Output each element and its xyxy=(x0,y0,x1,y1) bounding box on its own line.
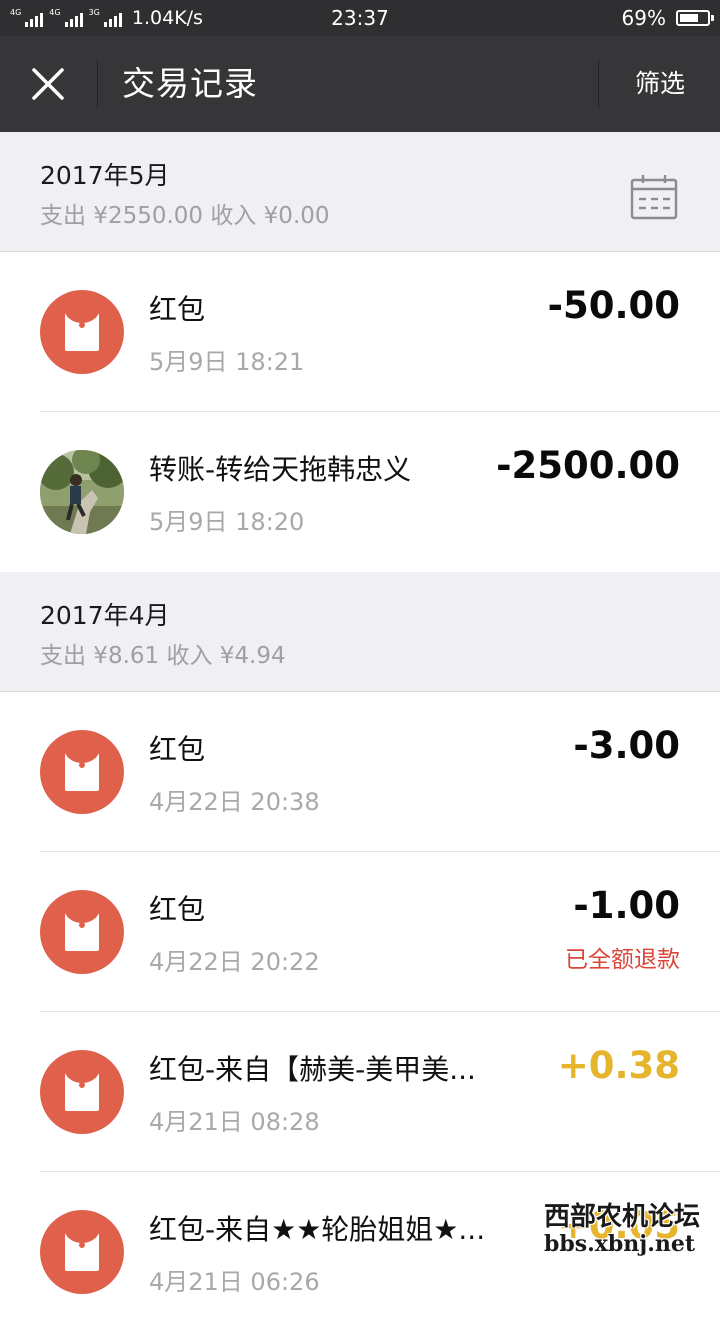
transaction-title: 红包-来自★★轮胎姐姐★... xyxy=(149,1213,486,1246)
status-time: 23:37 xyxy=(331,6,389,30)
transaction-title: 红包 xyxy=(149,733,206,766)
transaction-title: 红包-来自【赫美-美甲美... xyxy=(149,1053,476,1086)
avatar-photo-image xyxy=(40,450,124,534)
close-button[interactable] xyxy=(14,50,82,118)
status-right: 69% xyxy=(621,0,714,36)
contact-avatar xyxy=(40,450,124,534)
title-bar: 交易记录 筛选 xyxy=(0,36,720,132)
battery-percent: 69% xyxy=(621,6,666,30)
page-title: 交易记录 xyxy=(122,64,258,103)
divider xyxy=(97,60,98,108)
battery-icon xyxy=(676,10,714,26)
close-icon xyxy=(32,68,64,100)
divider xyxy=(598,60,599,108)
transaction-amount: -1.00 xyxy=(573,884,680,927)
watermark-url: bbs.xbnj.net xyxy=(544,1231,696,1257)
watermark-title: 西部农机论坛 xyxy=(544,1202,701,1232)
red-envelope-icon xyxy=(40,890,124,974)
transaction-title: 转账-转给天拖韩忠义 xyxy=(149,453,412,486)
filter-button[interactable]: 筛选 xyxy=(600,36,720,132)
transaction-row[interactable]: 红包 4月22日 20:22 -1.00 已全额退款 xyxy=(0,852,720,1012)
transaction-title: 红包 xyxy=(149,293,206,326)
red-envelope-icon xyxy=(40,1210,124,1294)
refund-status: 已全额退款 xyxy=(565,947,680,973)
month-title: 2017年4月 xyxy=(40,601,170,630)
month-header: 2017年4月 支出 ¥8.61 收入 ¥4.94 xyxy=(0,572,720,692)
transaction-amount: -3.00 xyxy=(573,724,680,767)
transaction-time: 5月9日 18:21 xyxy=(149,348,305,376)
watermark: 西部农机论坛 bbs.xbnj.net xyxy=(544,1196,714,1257)
transaction-row[interactable]: 转账-转给天拖韩忠义 5月9日 18:20 -2500.00 xyxy=(0,412,720,572)
transaction-time: 4月22日 20:22 xyxy=(149,948,320,976)
transaction-amount: -2500.00 xyxy=(496,444,680,487)
transaction-list: 2017年5月 支出 ¥2550.00 收入 ¥0.00 红包 5月9日 18:… xyxy=(0,132,720,1332)
red-envelope-icon xyxy=(40,290,124,374)
month-title: 2017年5月 xyxy=(40,161,170,190)
red-envelope-icon xyxy=(40,1050,124,1134)
calendar-button[interactable] xyxy=(630,174,682,222)
red-envelope-icon xyxy=(40,730,124,814)
transaction-time: 4月21日 08:28 xyxy=(149,1108,320,1136)
calendar-icon xyxy=(630,175,678,220)
transaction-time: 5月9日 18:20 xyxy=(149,508,305,536)
month-summary: 支出 ¥2550.00 收入 ¥0.00 xyxy=(40,203,330,229)
transaction-time: 4月22日 20:38 xyxy=(149,788,320,816)
transaction-amount: +0.38 xyxy=(557,1044,680,1087)
transaction-title: 红包 xyxy=(149,893,206,926)
status-bar: 4G 4G 3G 1.04K/s 23:37 69% xyxy=(0,0,720,36)
month-summary: 支出 ¥8.61 收入 ¥4.94 xyxy=(40,643,286,669)
month-header: 2017年5月 支出 ¥2550.00 收入 ¥0.00 xyxy=(0,132,720,252)
transaction-amount: -50.00 xyxy=(547,284,680,327)
transaction-row[interactable]: 红包 4月22日 20:38 -3.00 xyxy=(0,692,720,852)
transaction-row[interactable]: 红包-来自【赫美-美甲美... 4月21日 08:28 +0.38 xyxy=(0,1012,720,1172)
transaction-row[interactable]: 红包 5月9日 18:21 -50.00 xyxy=(0,252,720,412)
